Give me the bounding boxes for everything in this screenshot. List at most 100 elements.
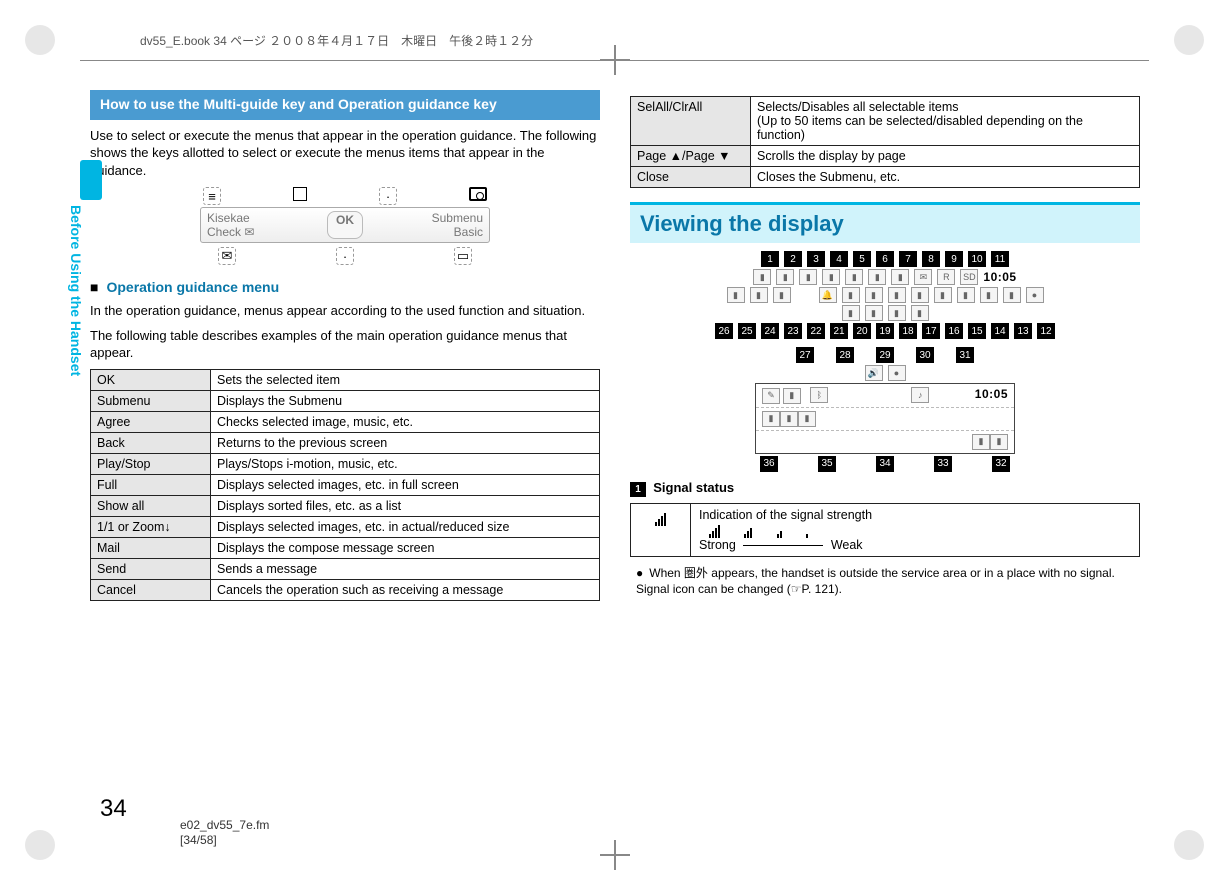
registration-mark-bl (25, 830, 55, 860)
battery-icon: ▮ (776, 269, 794, 285)
menu-name-cell: SelAll/ClrAll (631, 97, 751, 146)
signal-strong-label: Strong (699, 538, 736, 552)
table-row: Play/StopPlays/Stops i-motion, music, et… (91, 453, 600, 474)
callout-number: 9 (945, 251, 963, 267)
callout-row-top: 1234567891011 (761, 251, 1009, 267)
signal-2-icon (777, 524, 783, 538)
status-icon: ▮ (845, 269, 863, 285)
status-icon: R (937, 269, 955, 285)
left-column: How to use the Multi-guide key and Opera… (90, 90, 600, 810)
softkey-line1-left: Kisekae (207, 211, 323, 225)
softkey-left: Kisekae Check ✉ (207, 211, 323, 239)
callout-number: 33 (934, 456, 952, 472)
callout-number: 11 (991, 251, 1009, 267)
menu-desc-cell: Selects/Disables all selectable items (U… (751, 97, 1140, 146)
callout-number: 2 (784, 251, 802, 267)
callout-number: 31 (956, 347, 974, 363)
callout-number: 3 (807, 251, 825, 267)
callout-number: 18 (899, 323, 917, 339)
callout-number: 17 (922, 323, 940, 339)
callout-number: 10 (968, 251, 986, 267)
status-icon: ▮ (980, 287, 998, 303)
status-icon: ▮ (842, 305, 860, 321)
table-row: SubmenuDisplays the Submenu (91, 390, 600, 411)
menu-desc-cell: Displays the compose message screen (211, 537, 600, 558)
callout-number: 28 (836, 347, 854, 363)
menu-desc-cell: Plays/Stops i-motion, music, etc. (211, 453, 600, 474)
callout-number: 4 (830, 251, 848, 267)
status-icon: ▮ (888, 305, 906, 321)
callout-number: 30 (916, 347, 934, 363)
down-dpad-icon: · (336, 247, 354, 265)
table-row: FullDisplays selected images, etc. in fu… (91, 474, 600, 495)
sd-icon: SD (960, 269, 978, 285)
callout-number: 25 (738, 323, 756, 339)
intro-paragraph: Use to select or execute the menus that … (90, 127, 600, 180)
sub-para1: In the operation guidance, menus appear … (90, 302, 600, 320)
viewing-display-heading: Viewing the display (630, 202, 1140, 243)
status-icon: ▮ (865, 287, 883, 303)
signal-desc-cell: Indication of the signal strength Strong… (691, 503, 1140, 556)
display-clock-1: 10:05 (983, 270, 1016, 284)
status-icon: ▮ (990, 434, 1008, 450)
status-icon: ● (888, 365, 906, 381)
signal-note-bullet: When 圏外 appears, the handset is outside … (636, 565, 1134, 597)
menu-desc-cell: Returns to the previous screen (211, 432, 600, 453)
signal-1-icon (806, 524, 809, 538)
lower-display-frame: ✎ ▮ ᛒ ♪ 10:05 ▮▮▮ (755, 383, 1015, 454)
square-key-icon (293, 187, 307, 201)
top-crosshair-icon (600, 45, 630, 75)
registration-mark-tr (1174, 25, 1204, 55)
menu-name-cell: Mail (91, 537, 211, 558)
status-icon: ▮ (868, 269, 886, 285)
signal-icon: ▮ (753, 269, 771, 285)
menu-name-cell: Agree (91, 411, 211, 432)
menu-desc-cell: Displays sorted files, etc. as a list (211, 495, 600, 516)
status-icon: ▮ (865, 305, 883, 321)
callout-number: 34 (876, 456, 894, 472)
callout-number: 15 (968, 323, 986, 339)
section-tab-marker (80, 160, 102, 200)
status-icon: ▮ (891, 269, 909, 285)
callout-row-l1: 2728293031 (796, 347, 974, 363)
menu-desc-cell: Displays the Submenu (211, 390, 600, 411)
table-row: Page ▲/Page ▼Scrolls the display by page (631, 146, 1140, 167)
callout-number: 12 (1037, 323, 1055, 339)
up-dpad-icon: · (379, 187, 397, 205)
table-row: Show allDisplays sorted files, etc. as a… (91, 495, 600, 516)
softkey-right: Submenu Basic (367, 211, 483, 239)
status-icon: ▮ (822, 269, 840, 285)
status-icon: ● (1026, 287, 1044, 303)
status-icon: ▮ (911, 287, 929, 303)
callout-number: 20 (853, 323, 871, 339)
sub-para2: The following table describes examples o… (90, 327, 600, 362)
menu-name-cell: Send (91, 558, 211, 579)
status-icon: ▮ (911, 305, 929, 321)
menu-name-cell: Show all (91, 495, 211, 516)
menu-name-cell: Play/Stop (91, 453, 211, 474)
volume-icon: 🔊 (865, 365, 883, 381)
callout-number: 19 (876, 323, 894, 339)
status-icon: ▮ (750, 287, 768, 303)
key-icons-bottom: ✉ · ▭ (218, 247, 472, 265)
mail-key-icon: ≡ (203, 187, 221, 205)
menu-desc-cell: Sets the selected item (211, 369, 600, 390)
display-map-lower: 2728293031 🔊 ● ✎ ▮ ᛒ ♪ 10:05 (630, 347, 1140, 472)
lower-icon-row: 🔊 ● (865, 365, 906, 381)
display-clock-2: 10:05 (975, 387, 1008, 401)
callout-number: 29 (876, 347, 894, 363)
callout-number: 24 (761, 323, 779, 339)
status-icon: ▮ (762, 411, 780, 427)
envelope-key-icon: ✉ (218, 247, 236, 265)
footer-line2: [34/58] (180, 833, 269, 849)
status-icon: ✉ (914, 269, 932, 285)
softkey-bar: Kisekae Check ✉ OK Submenu Basic (200, 207, 490, 243)
status-icon: ▮ (798, 411, 816, 427)
softkey-line1-right: Submenu (367, 211, 483, 225)
callout-number: 23 (784, 323, 802, 339)
table-row: CloseCloses the Submenu, etc. (631, 167, 1140, 188)
menu-desc-cell: Displays selected images, etc. in actual… (211, 516, 600, 537)
status-icon: ▮ (888, 287, 906, 303)
icon-status-row-2: ▮▮▮ 🔔▮▮▮▮▮▮▮▮● (727, 287, 1044, 303)
footer-file-info: e02_dv55_7e.fm [34/58] (180, 818, 269, 849)
